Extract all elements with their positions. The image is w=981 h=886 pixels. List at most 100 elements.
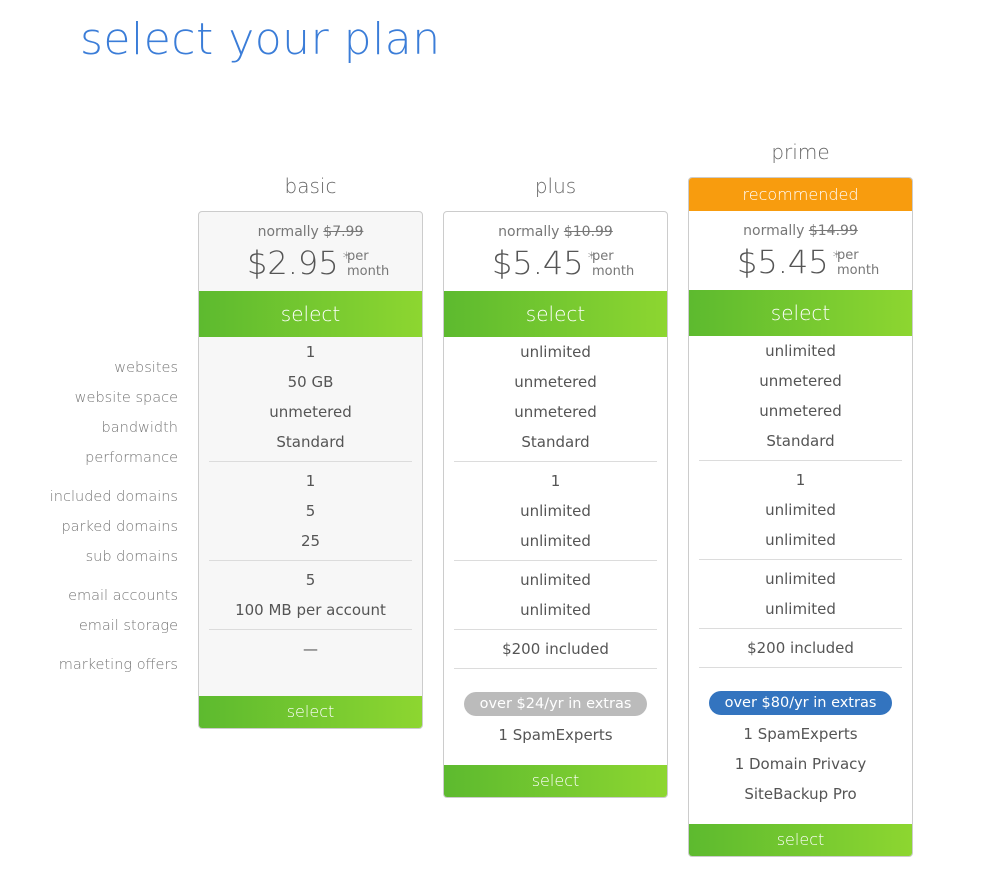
normal-price: normally $7.99: [199, 224, 422, 240]
select-button-bottom[interactable]: select: [444, 765, 667, 797]
feature-value: 5: [305, 502, 316, 520]
feature-value: Standard: [276, 433, 345, 451]
feature-label: marketing offers: [58, 657, 178, 673]
feature-label: included domains: [49, 489, 178, 505]
normally-label: normally: [257, 224, 319, 240]
feature-value: 25: [300, 532, 321, 550]
feature-label: performance: [85, 450, 178, 466]
feature-value: Standard: [766, 432, 835, 450]
plan-card-prime: recommended normally $14.99 $5.45 * per mo…: [688, 177, 913, 857]
feature-value: 100 MB per account: [235, 601, 386, 619]
feature-label: parked domains: [61, 519, 178, 535]
sale-price: $2.95 *: [247, 244, 351, 282]
feature-list: unlimited unmetered unmetered Standard 1 unli…: [444, 337, 667, 765]
period-label: month: [347, 264, 390, 279]
price-value: $5.45: [737, 243, 829, 281]
plan-name-prime: prime: [771, 140, 830, 164]
feature-value: unlimited: [765, 501, 836, 519]
feature-value: unlimited: [765, 531, 836, 549]
select-button-top[interactable]: select: [444, 291, 667, 337]
normally-label: normally: [498, 224, 560, 240]
divider: [699, 460, 902, 461]
price-value: $5.45: [492, 244, 584, 282]
feature-label: email storage: [78, 618, 178, 634]
feature-value: unlimited: [520, 343, 591, 361]
select-button-top[interactable]: select: [199, 291, 422, 337]
feature-label: websites: [114, 360, 178, 376]
feature-label: bandwidth: [101, 420, 178, 436]
strikethrough-price: $14.99: [808, 223, 858, 239]
normally-label: normally: [743, 223, 805, 239]
price-box: normally $14.99 $5.45 * per month: [689, 211, 912, 290]
feature-value: unmetered: [759, 402, 842, 420]
feature-value: unlimited: [765, 600, 836, 618]
feature-value: unlimited: [765, 570, 836, 588]
feature-value: Standard: [521, 433, 590, 451]
feature-list: unlimited unmetered unmetered Standard 1 unli…: [689, 336, 912, 824]
feature-value: $200 included: [747, 639, 854, 657]
per-label: per: [592, 249, 614, 264]
plan-name-basic: basic: [284, 174, 337, 198]
price-value: $2.95: [247, 244, 339, 282]
feature-label: email accounts: [68, 588, 178, 604]
feature-value: unmetered: [759, 372, 842, 390]
select-button-top[interactable]: select: [689, 290, 912, 336]
feature-value: unlimited: [765, 342, 836, 360]
divider: [209, 629, 412, 630]
select-button-bottom[interactable]: select: [689, 824, 912, 856]
strikethrough-price: $10.99: [563, 224, 613, 240]
feature-label: sub domains: [85, 549, 178, 565]
divider: [699, 628, 902, 629]
feature-value: unlimited: [520, 571, 591, 589]
feature-value: unlimited: [520, 601, 591, 619]
sale-price: $5.45 *: [492, 244, 596, 282]
per-label: per: [837, 248, 859, 263]
per-label: per: [347, 249, 369, 264]
extras-badge: over $80/yr in extras: [708, 691, 893, 715]
sale-price: $5.45 *: [737, 243, 841, 281]
price-box: normally $7.99 $2.95 * per month: [199, 212, 422, 291]
divider: [454, 668, 657, 669]
feature-value: unmetered: [269, 403, 352, 421]
feature-value: 1: [550, 472, 561, 490]
price-period: per month: [347, 249, 389, 279]
extra-item: SiteBackup Pro: [744, 785, 857, 803]
feature-value: —: [303, 640, 318, 658]
divider: [454, 461, 657, 462]
feature-value: unmetered: [514, 373, 597, 391]
feature-value: 1: [795, 471, 806, 489]
feature-value: 1: [305, 472, 316, 490]
feature-value: unlimited: [520, 502, 591, 520]
divider: [454, 560, 657, 561]
extra-item: 1 SpamExperts: [743, 725, 858, 743]
feature-value: 1: [305, 343, 316, 361]
feature-value: 50 GB: [287, 373, 334, 391]
select-button-bottom[interactable]: select: [199, 696, 422, 728]
plan-name-plus: plus: [534, 174, 577, 198]
normal-price: normally $14.99: [689, 223, 912, 239]
plan-card-basic: normally $7.99 $2.95 * per month select 1 5…: [198, 211, 423, 729]
divider: [699, 667, 902, 668]
divider: [209, 461, 412, 462]
price-box: normally $10.99 $5.45 * per month: [444, 212, 667, 291]
extra-item: 1 Domain Privacy: [734, 755, 867, 773]
strikethrough-price: $7.99: [323, 224, 364, 240]
feature-value: $200 included: [502, 640, 609, 658]
extras-badge: over $24/yr in extras: [463, 692, 648, 716]
recommended-badge: recommended: [689, 178, 912, 211]
feature-value: unmetered: [514, 403, 597, 421]
feature-list: 1 50 GB unmetered Standard 1 5 25 5 100 MB per a…: [199, 337, 422, 696]
feature-value: 5: [305, 571, 316, 589]
extra-item: 1 SpamExperts: [498, 726, 613, 744]
divider: [209, 560, 412, 561]
plan-card-plus: normally $10.99 $5.45 * per month select u…: [443, 211, 668, 798]
price-period: per month: [592, 249, 634, 279]
divider: [699, 559, 902, 560]
feature-value: unlimited: [520, 532, 591, 550]
feature-label: website space: [74, 390, 178, 406]
period-label: month: [837, 263, 880, 278]
page-title: select your plan: [80, 14, 441, 65]
divider: [454, 629, 657, 630]
normal-price: normally $10.99: [444, 224, 667, 240]
period-label: month: [592, 264, 635, 279]
